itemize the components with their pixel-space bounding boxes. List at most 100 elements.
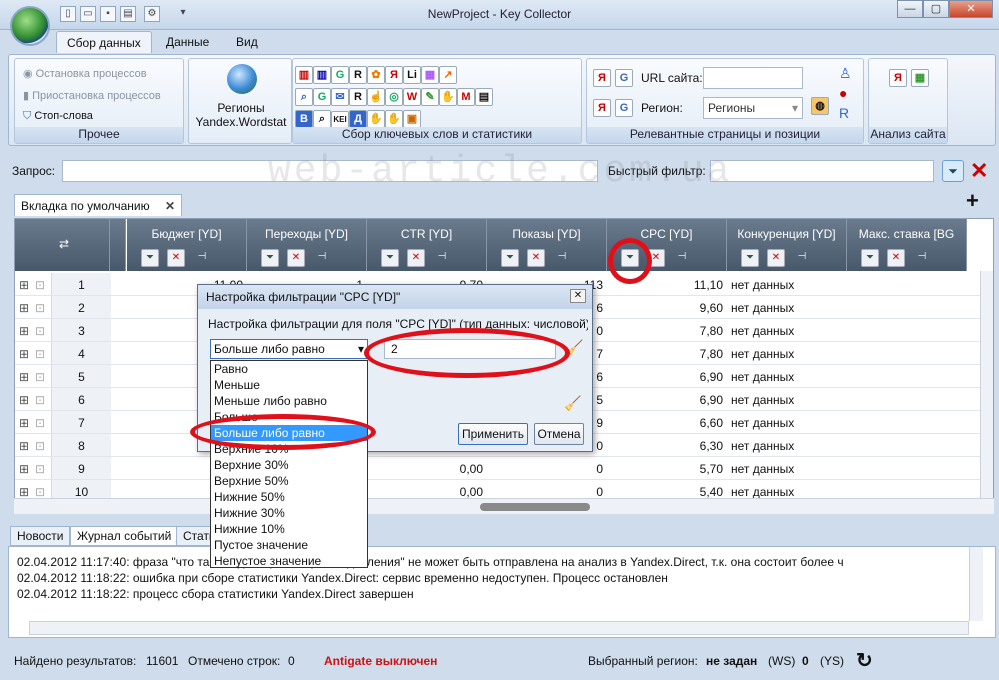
clear-filter-icon[interactable]: ✕ <box>970 158 988 184</box>
lookup-icon[interactable]: ⌕ <box>313 110 331 128</box>
maximize-button[interactable]: ▢ <box>923 0 949 18</box>
filter-icon[interactable]: ⏷ <box>621 249 639 267</box>
pin-icon[interactable]: ⊣ <box>553 249 571 267</box>
lock-icon[interactable]: ⊡ <box>35 278 45 292</box>
yandex-positions-icon[interactable]: Я <box>593 99 611 117</box>
people-icon[interactable]: ♙ <box>839 65 852 82</box>
lock-icon[interactable]: ⊡ <box>35 347 45 361</box>
dropdown-option[interactable]: Больше <box>211 409 367 425</box>
stop-processes-button[interactable]: ◉ Остановка процессов <box>23 67 147 80</box>
mail-icon[interactable]: ✉ <box>331 88 349 106</box>
google-positions-icon[interactable]: G <box>615 99 633 117</box>
pin-icon[interactable]: ⊣ <box>313 249 331 267</box>
pin-icon[interactable]: ⊣ <box>433 249 451 267</box>
expand-icon[interactable]: ⊞ <box>19 416 29 430</box>
ring-icon[interactable]: ◎ <box>385 88 403 106</box>
log-horizontal-scrollbar[interactable] <box>29 621 969 635</box>
we-icon[interactable]: W <box>403 88 421 106</box>
tab-view[interactable]: Вид <box>226 31 268 53</box>
lock-icon[interactable]: ⊡ <box>35 439 45 453</box>
expand-icon[interactable]: ⊞ <box>19 462 29 476</box>
globe-region-icon[interactable]: ◍ <box>811 97 829 115</box>
hand-icon[interactable]: ✋ <box>439 88 457 106</box>
lock-icon[interactable]: ⊡ <box>35 416 45 430</box>
add-tab-icon[interactable]: + <box>966 188 979 214</box>
filter-funnel-icon[interactable]: ⏷ <box>942 160 964 182</box>
bing-icon[interactable]: B <box>295 110 313 128</box>
dropdown-option[interactable]: Нижние 10% <box>211 521 367 537</box>
minimize-button[interactable]: — <box>897 0 923 18</box>
wordstat-right-column-icon[interactable]: ▥ <box>313 66 331 84</box>
dropdown-option[interactable]: Меньше либо равно <box>211 393 367 409</box>
antigate-status[interactable]: Antigate выключен <box>324 654 437 668</box>
url-input[interactable] <box>703 67 803 89</box>
query-input[interactable] <box>62 160 598 182</box>
horizontal-scrollbar[interactable] <box>14 498 994 514</box>
region-select[interactable]: Регионы ▾ <box>703 97 803 119</box>
pin-icon[interactable]: ⊣ <box>913 249 931 267</box>
column-header[interactable]: Переходы [YD] ⏷ ✕ ⊣ <box>247 219 367 271</box>
pencil-icon[interactable]: ✎ <box>421 88 439 106</box>
vertical-scrollbar[interactable] <box>980 271 993 499</box>
filter-icon[interactable]: ⏷ <box>261 249 279 267</box>
google-relevant-icon[interactable]: G <box>615 69 633 87</box>
hand-i-icon[interactable]: ✋ <box>385 110 403 128</box>
tab-data-collection[interactable]: Сбор данных <box>56 31 152 53</box>
dialog-close-icon[interactable]: ✕ <box>570 289 586 303</box>
r-icon[interactable]: R <box>839 105 849 121</box>
colorful-dots-icon[interactable]: ✿ <box>367 66 385 84</box>
lock-icon[interactable]: ⊡ <box>35 301 45 315</box>
excel-icon[interactable]: ▦ <box>911 69 929 87</box>
dropdown-option[interactable]: Больше либо равно <box>211 425 367 441</box>
tab-default[interactable]: Вкладка по умолчанию ✕ <box>14 194 182 216</box>
hand-k-icon[interactable]: ✋ <box>367 110 385 128</box>
wordstat-left-column-icon[interactable]: ▥ <box>295 66 313 84</box>
pin-icon[interactable]: ⊣ <box>193 249 211 267</box>
close-tab-icon[interactable]: ✕ <box>165 199 175 213</box>
tab-data[interactable]: Данные <box>156 31 219 53</box>
search-icon[interactable]: ⌕ <box>295 88 313 106</box>
column-header[interactable]: CPC [YD] ⏷ ✕ ⊣ <box>607 219 727 271</box>
close-button[interactable]: ✕ <box>949 0 993 18</box>
apply-button[interactable]: Применить <box>458 423 528 445</box>
package-icon[interactable]: ▣ <box>403 110 421 128</box>
tab-news[interactable]: Новости <box>10 526 71 546</box>
column-header[interactable]: CTR [YD] ⏷ ✕ ⊣ <box>367 219 487 271</box>
horizontal-scroll-thumb[interactable] <box>480 503 590 511</box>
broom-icon-2[interactable]: 🧹 <box>564 395 581 412</box>
expand-icon[interactable]: ⊞ <box>19 324 29 338</box>
stop-words-button[interactable]: ⛉ Стоп-слова <box>23 110 93 123</box>
filter-icon[interactable]: ⏷ <box>501 249 519 267</box>
dropdown-option[interactable]: Верхние 30% <box>211 457 367 473</box>
stats-chart-icon[interactable]: ▦ <box>421 66 439 84</box>
thumbs-up-icon[interactable]: ☝ <box>367 88 385 106</box>
dropdown-option[interactable]: Меньше <box>211 377 367 393</box>
lock-icon[interactable]: ⊡ <box>35 393 45 407</box>
yandex-icon[interactable]: Я <box>385 66 403 84</box>
ball-icon[interactable]: ● <box>839 85 847 101</box>
lock-icon[interactable]: ⊡ <box>35 485 45 499</box>
expand-icon[interactable]: ⊞ <box>19 393 29 407</box>
expand-icon[interactable]: ⊞ <box>19 370 29 384</box>
yandex-analysis-icon[interactable]: Я <box>889 69 907 87</box>
expand-icon[interactable]: ⊞ <box>19 301 29 315</box>
clear-filter-column-icon[interactable]: ✕ <box>647 249 665 267</box>
dropdown-option[interactable]: Нижние 30% <box>211 505 367 521</box>
table-row[interactable]: ⊞ ⊡ 9 0,00 0 5,70 нет данных <box>15 457 993 480</box>
google-stats-icon[interactable]: G <box>313 88 331 106</box>
dropdown-option[interactable]: Верхние 50% <box>211 473 367 489</box>
column-header[interactable]: Показы [YD] ⏷ ✕ ⊣ <box>487 219 607 271</box>
clear-filter-column-icon[interactable]: ✕ <box>407 249 425 267</box>
quick-filter-input[interactable] <box>710 160 934 182</box>
direct-icon[interactable]: Д <box>349 110 367 128</box>
condition-select[interactable]: Больше либо равно ▾ <box>210 339 368 359</box>
clear-filter-column-icon[interactable]: ✕ <box>527 249 545 267</box>
regions-wordstat-button[interactable]: Регионы Yandex.Wordstat <box>188 58 292 144</box>
liveinternet-icon[interactable]: Li <box>403 66 421 84</box>
filter-icon[interactable]: ⏷ <box>741 249 759 267</box>
pin-icon[interactable]: ⊣ <box>793 249 811 267</box>
clear-filter-column-icon[interactable]: ✕ <box>767 249 785 267</box>
refresh-icon[interactable]: ↻ <box>856 648 873 673</box>
filter-icon[interactable]: ⏷ <box>381 249 399 267</box>
dropdown-option[interactable]: Равно <box>211 361 367 377</box>
